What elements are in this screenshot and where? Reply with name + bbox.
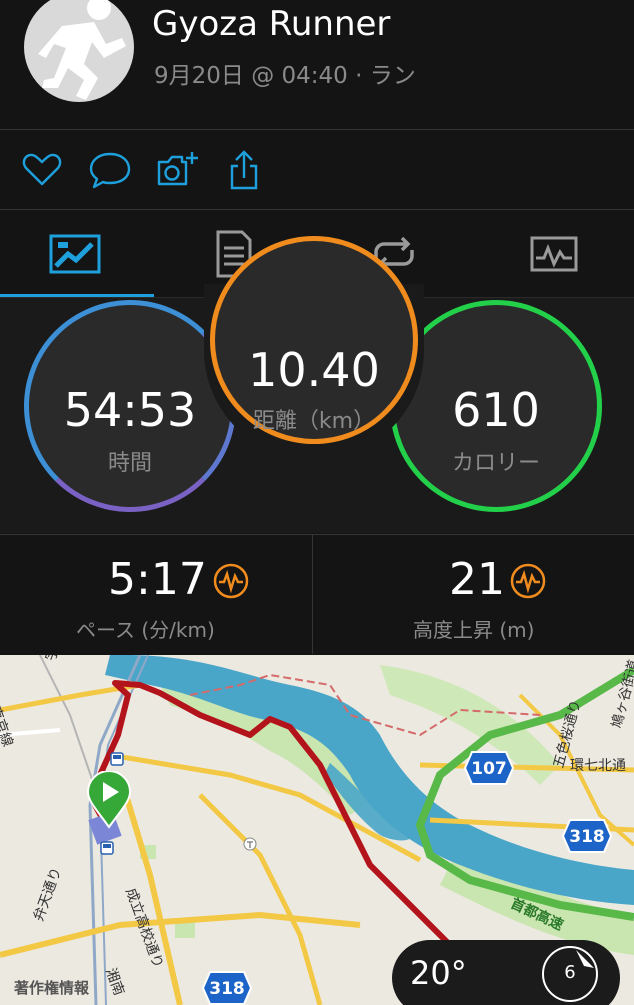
train-station-icon xyxy=(100,841,114,861)
route-map[interactable]: 宇都宮線 東京線 弁天通り 成立高校通り 湘南 五色桜通り 鳩ヶ谷街道 環七北通… xyxy=(0,655,634,1005)
charts-icon xyxy=(530,236,578,272)
pace-value: 5:17 xyxy=(108,554,207,605)
post-office-icon xyxy=(243,836,257,855)
comment-icon[interactable] xyxy=(88,148,132,192)
wind-speed: 6 xyxy=(564,962,576,983)
elevation-chart-icon[interactable] xyxy=(509,562,547,604)
map-copyright-link[interactable]: 著作権情報 xyxy=(14,977,89,998)
calories-value: 610 xyxy=(452,383,540,437)
calories-label: カロリー xyxy=(451,451,540,476)
heart-icon[interactable] xyxy=(20,148,64,192)
time-label: 時間 xyxy=(107,451,152,476)
avatar[interactable] xyxy=(24,0,134,102)
share-icon[interactable] xyxy=(222,148,266,192)
activity-summary: 54:53 時間 610 カロリー 10.40 距離（km） xyxy=(0,236,634,533)
weather-widget[interactable]: 20° 6 xyxy=(392,940,620,1005)
elevation-label: 高度上昇 (m) xyxy=(413,618,535,642)
route-shield-107: 107 xyxy=(463,751,515,789)
stats-panel: 5:17 ペース (分/km) 21 高度上昇 (m) xyxy=(0,534,634,654)
tab-overview[interactable] xyxy=(46,226,106,282)
athlete-name[interactable]: Gyoza Runner xyxy=(152,4,390,44)
pace-label: ペース (分/km) xyxy=(76,618,215,642)
wind-icon: 6 xyxy=(542,946,598,1002)
svg-text:107: 107 xyxy=(471,759,507,779)
distance-value: 10.40 xyxy=(248,343,380,397)
time-value: 54:53 xyxy=(63,383,197,437)
route-shield-318: 318 xyxy=(561,819,613,857)
divider xyxy=(0,209,634,210)
runner-icon xyxy=(38,0,126,100)
route-shield-318: 318 xyxy=(201,971,253,1005)
map-label: 環七北通 xyxy=(570,758,626,774)
camera-add-icon[interactable] xyxy=(156,148,200,192)
pace-chart-icon[interactable] xyxy=(212,562,250,604)
overview-icon xyxy=(49,234,101,274)
railway xyxy=(39,655,95,786)
pace-stat[interactable]: 5:17 ペース (分/km) xyxy=(0,534,312,654)
svg-text:318: 318 xyxy=(209,979,245,999)
elevation-stat[interactable]: 21 高度上昇 (m) xyxy=(313,534,634,654)
train-station-icon xyxy=(110,752,124,772)
elevation-value: 21 xyxy=(449,554,505,605)
distance-ring[interactable]: 10.40 距離（km） xyxy=(210,236,418,444)
activity-date-type: 9月20日 @ 04:40 · ラン xyxy=(154,63,416,89)
distance-label: 距離（km） xyxy=(252,409,376,434)
start-marker-icon[interactable] xyxy=(86,770,132,833)
svg-text:318: 318 xyxy=(569,827,605,847)
temperature-value: 20° xyxy=(410,954,467,992)
activity-header: Gyoza Runner 9月20日 @ 04:40 · ラン xyxy=(0,0,634,130)
tab-charts[interactable] xyxy=(524,226,584,282)
